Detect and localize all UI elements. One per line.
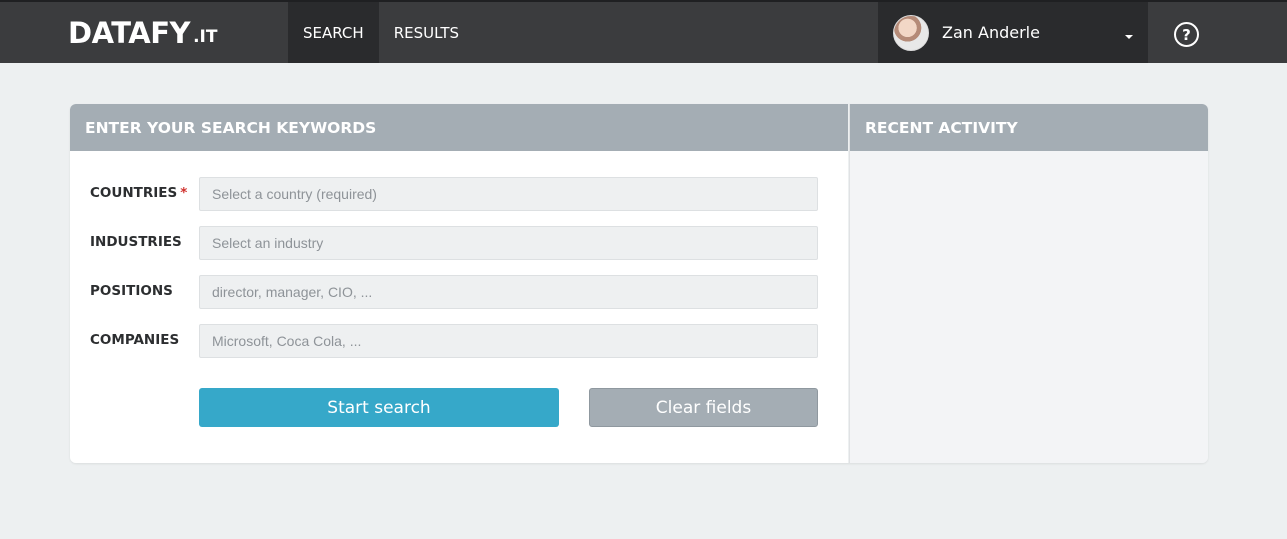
search-panel: ENTER YOUR SEARCH KEYWORDS COUNTRIES* IN… (70, 104, 848, 463)
positions-label: POSITIONS (90, 283, 173, 299)
industries-row: INDUSTRIES (70, 226, 848, 260)
countries-input[interactable] (199, 177, 818, 211)
companies-label: COMPANIES (90, 332, 180, 348)
positions-row: POSITIONS (70, 275, 848, 309)
user-name: Zan Anderle (942, 23, 1040, 42)
nav-results-tab[interactable]: RESULTS (379, 2, 474, 63)
countries-label: COUNTRIES * (90, 185, 187, 201)
countries-label-text: COUNTRIES (90, 185, 178, 201)
search-card: ENTER YOUR SEARCH KEYWORDS COUNTRIES* IN… (70, 104, 1208, 463)
start-search-button[interactable]: Start search (199, 388, 559, 427)
countries-row: COUNTRIES * (70, 177, 848, 211)
industries-input[interactable] (199, 226, 818, 260)
logo-main-text: DATAFY (68, 16, 191, 50)
caret-down-icon (1125, 35, 1133, 39)
companies-input[interactable] (199, 324, 818, 358)
logo-ext-text: .IT (193, 27, 218, 47)
search-panel-header: ENTER YOUR SEARCH KEYWORDS (70, 104, 848, 151)
datafy-logo[interactable]: DATAFY .IT (68, 16, 217, 50)
clear-fields-button[interactable]: Clear fields (589, 388, 818, 427)
user-avatar (893, 14, 929, 51)
nav-search-tab[interactable]: SEARCH (288, 2, 379, 63)
user-menu[interactable]: Zan Anderle (878, 2, 1148, 63)
companies-row: COMPANIES (70, 324, 848, 358)
industries-label: INDUSTRIES (90, 234, 182, 250)
question-circle-icon[interactable]: ? (1174, 22, 1199, 47)
main-nav: SEARCH RESULTS (288, 2, 474, 63)
required-marker: * (180, 185, 188, 201)
recent-activity-panel: RECENT ACTIVITY (849, 104, 1208, 463)
positions-input[interactable] (199, 275, 818, 309)
top-navigation-bar: DATAFY .IT SEARCH RESULTS Zan Anderle ? (0, 0, 1287, 63)
recent-activity-header: RECENT ACTIVITY (850, 104, 1208, 151)
